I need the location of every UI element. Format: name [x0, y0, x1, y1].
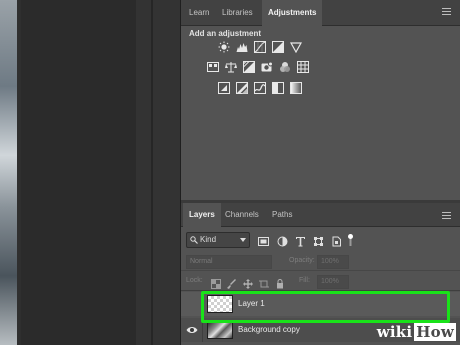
eye-icon — [186, 327, 198, 333]
layer-name[interactable]: Layer 1 — [238, 299, 265, 308]
brightness-contrast-icon[interactable] — [218, 41, 230, 53]
tab-layers[interactable]: Layers — [183, 203, 221, 227]
lock-move-icon[interactable] — [243, 276, 253, 289]
filter-kind-select[interactable]: Kind — [186, 232, 250, 248]
canvas-image-edge — [0, 0, 21, 345]
adjustment-row-3 — [218, 82, 302, 94]
lock-label: Lock: — [186, 277, 203, 284]
type-layer-filter-icon[interactable] — [295, 234, 306, 247]
adjustment-layer-filter-icon[interactable] — [277, 234, 288, 247]
posterize-icon[interactable] — [236, 82, 248, 94]
blend-mode-select[interactable]: Normal — [186, 255, 272, 269]
layer-thumbnail-transparent — [207, 295, 233, 313]
invert-icon[interactable] — [218, 82, 230, 94]
lock-brush-icon[interactable] — [227, 276, 237, 289]
adjustments-empty-area — [181, 100, 460, 200]
hue-saturation-icon[interactable] — [207, 61, 219, 73]
curves-icon[interactable] — [254, 41, 266, 53]
lock-row: Lock: Fill: 100% — [181, 273, 460, 291]
layer-name[interactable]: Background copy — [238, 325, 300, 334]
tab-channels[interactable]: Channels — [219, 203, 265, 227]
color-balance-icon[interactable] — [225, 61, 237, 73]
opacity-label: Opacity: — [289, 257, 315, 264]
visibility-toggle[interactable] — [181, 318, 203, 342]
color-lookup-icon[interactable] — [297, 61, 309, 73]
right-panel-dock: Learn Libraries Adjustments Add an adjus… — [181, 0, 460, 345]
opacity-field[interactable]: 100% — [317, 255, 349, 269]
panel-menu-icon[interactable] — [442, 8, 451, 16]
tab-adjustments[interactable]: Adjustments — [262, 0, 323, 26]
tab-paths[interactable]: Paths — [266, 203, 298, 227]
layers-panel-menu-icon[interactable] — [442, 212, 451, 220]
layer-thumbnail-image — [207, 321, 233, 339]
adjustments-title: Add an adjustment — [189, 29, 262, 38]
visibility-toggle-empty[interactable] — [181, 292, 203, 316]
canvas-area[interactable] — [21, 0, 136, 345]
fill-field[interactable]: 100% — [317, 275, 349, 289]
wikihow-watermark: wiki How — [376, 323, 456, 341]
panel-dock-gutter — [136, 0, 181, 345]
photo-filter-icon[interactable] — [261, 61, 273, 73]
channel-mixer-icon[interactable] — [279, 61, 291, 73]
adjustment-row-1 — [218, 41, 302, 53]
tab-learn[interactable]: Learn — [183, 0, 215, 26]
layer-filter-row: Kind — [181, 230, 460, 250]
levels-icon[interactable] — [236, 41, 248, 53]
adjustment-row-2 — [207, 61, 309, 73]
gradient-map-icon[interactable] — [290, 82, 302, 94]
blend-mode-row: Normal Opacity: 100% — [181, 253, 460, 271]
filter-kind-label: Kind — [200, 235, 217, 244]
smart-object-filter-icon[interactable] — [331, 234, 342, 247]
tab-libraries[interactable]: Libraries — [216, 0, 259, 26]
threshold-icon[interactable] — [254, 82, 266, 94]
search-icon — [190, 236, 198, 244]
gradient-triangle-icon[interactable] — [290, 41, 302, 53]
layers-tabbar: Layers Channels Paths — [181, 203, 460, 227]
dock-divider — [151, 0, 153, 345]
selective-color-icon[interactable] — [272, 82, 284, 94]
layer-row-layer-1[interactable]: Layer 1 — [181, 292, 460, 316]
shape-layer-filter-icon[interactable] — [313, 234, 324, 246]
filter-toggle-switch[interactable] — [348, 233, 353, 246]
lock-transparent-icon[interactable] — [211, 276, 221, 289]
pixel-layer-filter-icon[interactable] — [258, 234, 269, 246]
fill-label: Fill: — [299, 277, 310, 284]
exposure-icon[interactable] — [272, 41, 284, 53]
black-white-icon[interactable] — [243, 61, 255, 73]
chevron-down-icon — [240, 238, 246, 242]
lock-artboard-icon[interactable] — [259, 276, 269, 288]
adjustments-tabbar: Learn Libraries Adjustments — [181, 0, 460, 26]
lock-all-icon[interactable] — [275, 276, 285, 289]
